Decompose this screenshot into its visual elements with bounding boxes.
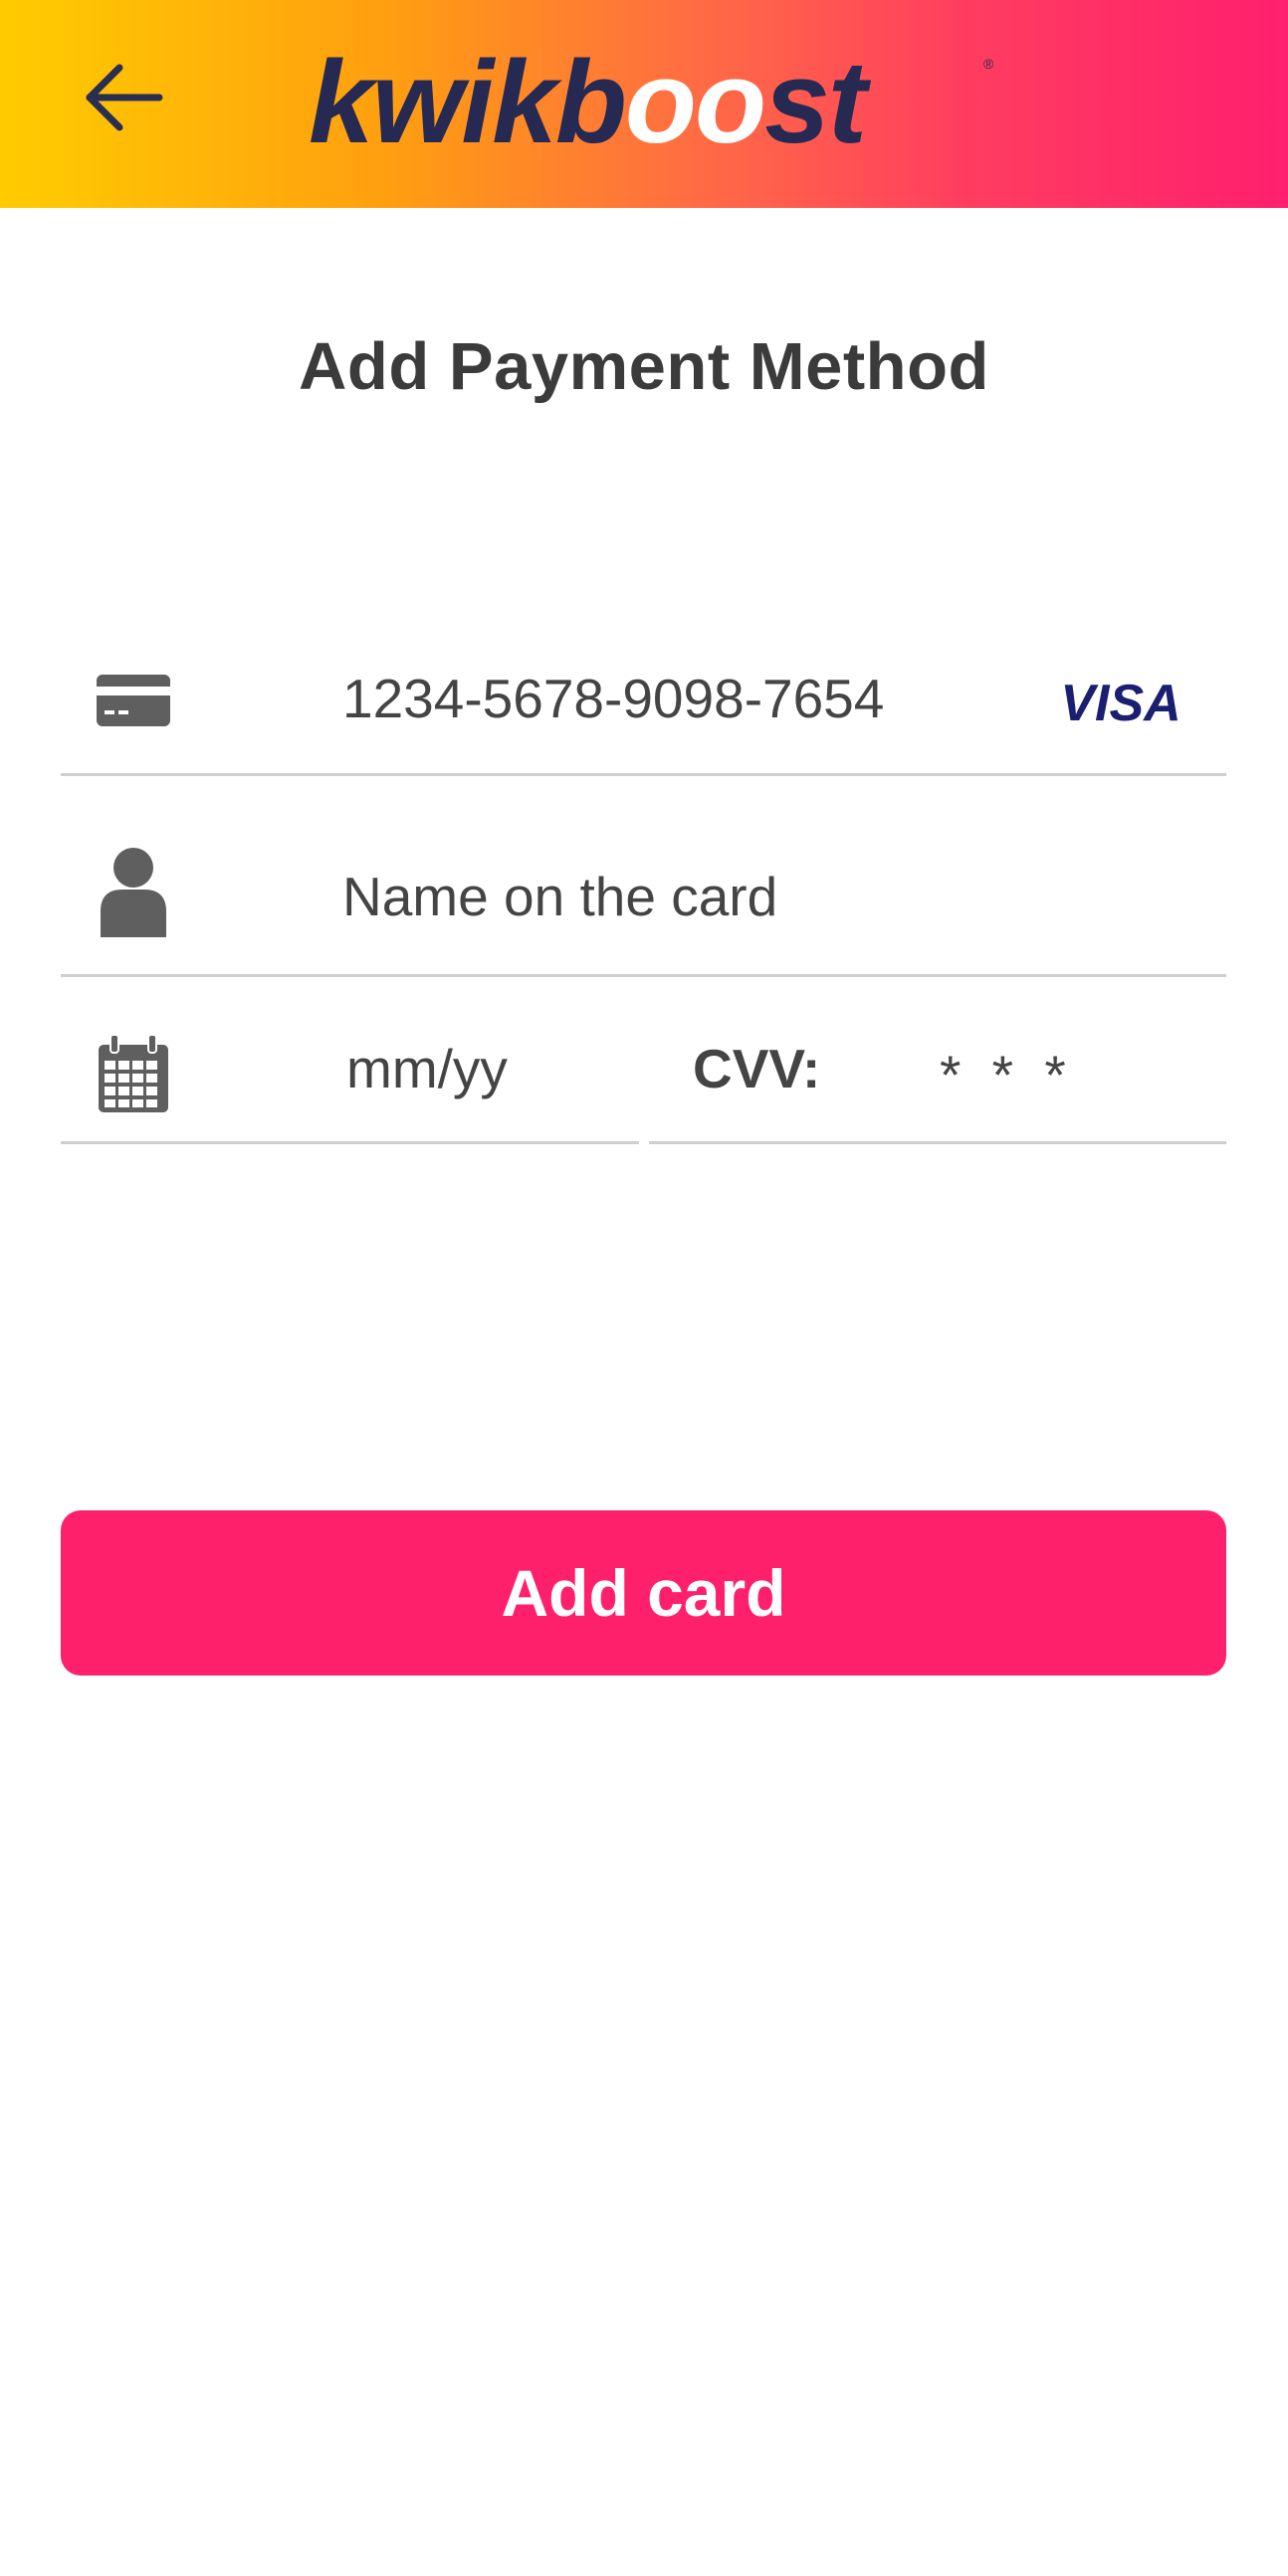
credit-card-icon bbox=[97, 675, 170, 726]
expiry-input[interactable]: mm/yy bbox=[346, 1037, 508, 1100]
app-header: kwikboost ® bbox=[0, 0, 1288, 208]
visa-logo: VISA bbox=[1060, 675, 1181, 728]
svg-text:VISA: VISA bbox=[1060, 675, 1181, 728]
arrow-left-icon bbox=[86, 64, 163, 131]
name-on-card-input[interactable]: Name on the card bbox=[342, 865, 777, 928]
back-button[interactable] bbox=[78, 52, 169, 143]
card-number-field[interactable]: 1234-5678-9098-7654 VISA bbox=[61, 637, 1226, 776]
add-card-button[interactable]: Add card bbox=[61, 1510, 1226, 1676]
svg-text:kwikboost: kwikboost bbox=[309, 45, 872, 164]
cvv-input[interactable]: * * * bbox=[940, 1043, 1074, 1106]
user-icon bbox=[101, 848, 166, 937]
cvv-field[interactable]: CVV: * * * bbox=[649, 1005, 1226, 1144]
calendar-icon bbox=[99, 1035, 168, 1112]
page-title: Add Payment Method bbox=[299, 329, 989, 404]
name-on-card-field[interactable]: Name on the card bbox=[61, 836, 1226, 977]
svg-text:®: ® bbox=[983, 56, 994, 72]
card-number-value[interactable]: 1234-5678-9098-7654 bbox=[342, 667, 884, 730]
expiry-field[interactable]: mm/yy bbox=[61, 1005, 639, 1144]
kwikboost-logo: kwikboost ® bbox=[309, 45, 994, 164]
cvv-label: CVV: bbox=[693, 1038, 821, 1099]
